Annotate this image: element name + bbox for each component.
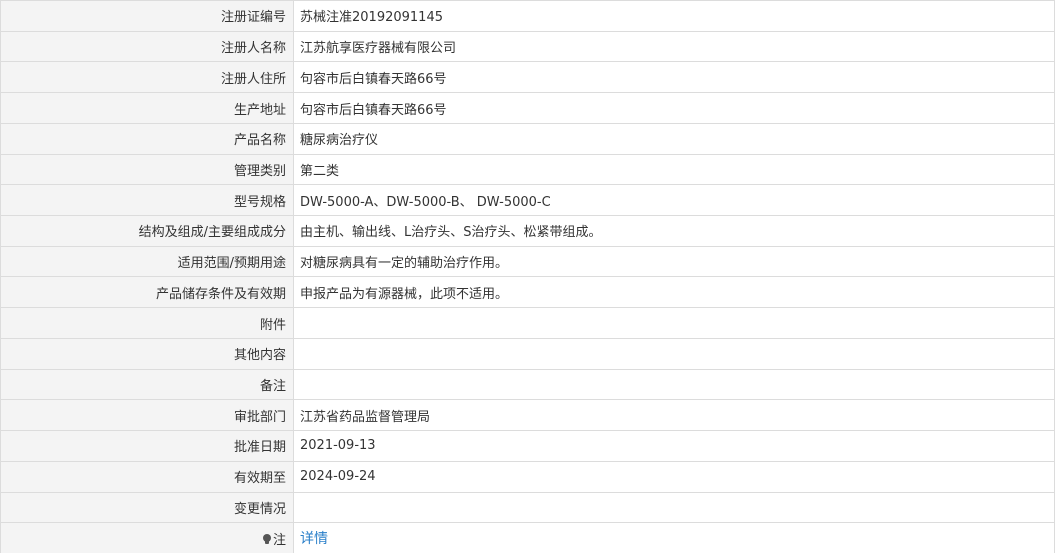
registration-detail-table: 注册证编号 苏械注准20192091145 注册人名称 江苏航享医疗器械有限公司…	[0, 0, 1055, 553]
table-row: 注册人住所 句容市后白镇春天路66号	[0, 61, 1055, 94]
table-row: 附件	[0, 307, 1055, 339]
field-label-product-name: 产品名称	[0, 123, 294, 155]
field-label-valid-until: 有效期至	[0, 461, 294, 493]
table-row: 结构及组成/主要组成成分 由主机、输出线、L治疗头、S治疗头、松紧带组成。	[0, 215, 1055, 247]
field-value-management-category: 第二类	[293, 154, 1055, 186]
table-row: 其他内容	[0, 338, 1055, 370]
table-row: 生产地址 句容市后白镇春天路66号	[0, 92, 1055, 124]
field-label-attachment: 附件	[0, 307, 294, 339]
field-value-valid-until: 2024-09-24	[293, 461, 1055, 493]
note-label: 注	[272, 532, 286, 548]
table-row: 管理类别 第二类	[0, 154, 1055, 186]
note-value-cell: 详情	[293, 522, 1055, 553]
field-label-other-content: 其他内容	[0, 338, 294, 370]
field-label-approval-date: 批准日期	[0, 430, 294, 462]
field-value-intended-use: 对糖尿病具有一定的辅助治疗作用。	[293, 246, 1055, 278]
field-value-change-status	[293, 492, 1055, 524]
table-row: 注册人名称 江苏航享医疗器械有限公司	[0, 31, 1055, 63]
table-row: 审批部门 江苏省药品监督管理局	[0, 399, 1055, 432]
field-value-storage-validity: 申报产品为有源器械，此项不适用。	[293, 276, 1055, 309]
table-row: 产品名称 糖尿病治疗仪	[0, 123, 1055, 155]
table-row-note: 注 详情	[0, 522, 1055, 553]
field-value-other-content	[293, 338, 1055, 370]
field-label-management-category: 管理类别	[0, 154, 294, 186]
field-value-registrant-address: 句容市后白镇春天路66号	[293, 61, 1055, 94]
field-label-production-address: 生产地址	[0, 92, 294, 124]
field-label-registrant-address: 注册人住所	[0, 61, 294, 94]
field-value-registrant-name: 江苏航享医疗器械有限公司	[293, 31, 1055, 63]
field-value-remarks	[293, 369, 1055, 401]
field-value-approval-department: 江苏省药品监督管理局	[293, 399, 1055, 432]
field-label-registration-number: 注册证编号	[0, 0, 294, 32]
details-link[interactable]: 详情	[300, 531, 328, 547]
field-label-change-status: 变更情况	[0, 492, 294, 524]
table-row: 适用范围/预期用途 对糖尿病具有一定的辅助治疗作用。	[0, 246, 1055, 278]
table-row: 注册证编号 苏械注准20192091145	[0, 0, 1055, 32]
table-row: 批准日期 2021-09-13	[0, 430, 1055, 462]
field-label-intended-use: 适用范围/预期用途	[0, 246, 294, 278]
field-label-registrant-name: 注册人名称	[0, 31, 294, 63]
table-row: 备注	[0, 369, 1055, 401]
note-label-cell: 注	[0, 522, 294, 553]
field-value-structure-composition: 由主机、输出线、L治疗头、S治疗头、松紧带组成。	[293, 215, 1055, 247]
field-label-model-spec: 型号规格	[0, 184, 294, 217]
field-value-registration-number: 苏械注准20192091145	[293, 0, 1055, 32]
field-value-attachment	[293, 307, 1055, 339]
field-label-storage-validity: 产品储存条件及有效期	[0, 276, 294, 309]
table-row: 有效期至 2024-09-24	[0, 461, 1055, 493]
field-value-production-address: 句容市后白镇春天路66号	[293, 92, 1055, 124]
field-label-approval-department: 审批部门	[0, 399, 294, 432]
table-row: 变更情况	[0, 492, 1055, 524]
field-value-model-spec: DW-5000-A、DW-5000-B、 DW-5000-C	[293, 184, 1055, 217]
table-row: 型号规格 DW-5000-A、DW-5000-B、 DW-5000-C	[0, 184, 1055, 217]
table-row: 产品储存条件及有效期 申报产品为有源器械，此项不适用。	[0, 276, 1055, 309]
field-value-approval-date: 2021-09-13	[293, 430, 1055, 462]
field-label-structure-composition: 结构及组成/主要组成成分	[0, 215, 294, 247]
lightbulb-icon	[262, 533, 271, 545]
field-value-product-name: 糖尿病治疗仪	[293, 123, 1055, 155]
field-label-remarks: 备注	[0, 369, 294, 401]
